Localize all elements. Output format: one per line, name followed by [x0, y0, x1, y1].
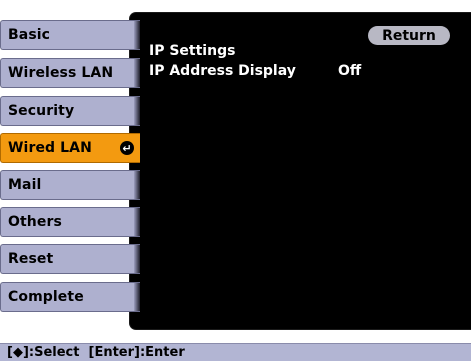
sidebar-item-wired-lan[interactable]: Wired LAN ↵ — [0, 133, 140, 163]
sidebar-item-label: Security — [8, 103, 75, 119]
sidebar-item-label: Complete — [8, 289, 84, 305]
menu-item-ip-address-display[interactable]: IP Address Display Off — [149, 64, 449, 79]
enter-icon: ↵ — [120, 141, 134, 155]
help-bar: [◆]:Select [Enter]:Enter — [0, 343, 471, 361]
sidebar-item-label: Mail — [8, 177, 42, 193]
sidebar: Basic Wireless LAN Security Wired LAN ↵ … — [0, 0, 146, 361]
sidebar-item-basic[interactable]: Basic — [0, 20, 140, 50]
sidebar-item-label: Wireless LAN — [8, 65, 114, 81]
sidebar-item-others[interactable]: Others — [0, 207, 140, 237]
menu-item-ip-settings[interactable]: IP Settings — [149, 44, 449, 59]
sidebar-item-label: Basic — [8, 27, 51, 43]
menu-item-label: IP Settings — [149, 43, 236, 59]
sidebar-item-security[interactable]: Security — [0, 96, 140, 126]
sidebar-item-label: Others — [8, 214, 62, 230]
sidebar-item-mail[interactable]: Mail — [0, 170, 140, 200]
settings-panel — [130, 13, 471, 329]
sidebar-item-reset[interactable]: Reset — [0, 244, 140, 274]
sidebar-item-complete[interactable]: Complete — [0, 282, 140, 312]
sidebar-item-wireless-lan[interactable]: Wireless LAN — [0, 58, 140, 88]
sidebar-item-label: Reset — [8, 251, 54, 267]
return-button[interactable]: Return — [368, 26, 450, 45]
menu-item-label: IP Address Display — [149, 63, 296, 79]
sidebar-item-label: Wired LAN — [8, 140, 92, 156]
menu-item-value: Off — [338, 63, 362, 79]
